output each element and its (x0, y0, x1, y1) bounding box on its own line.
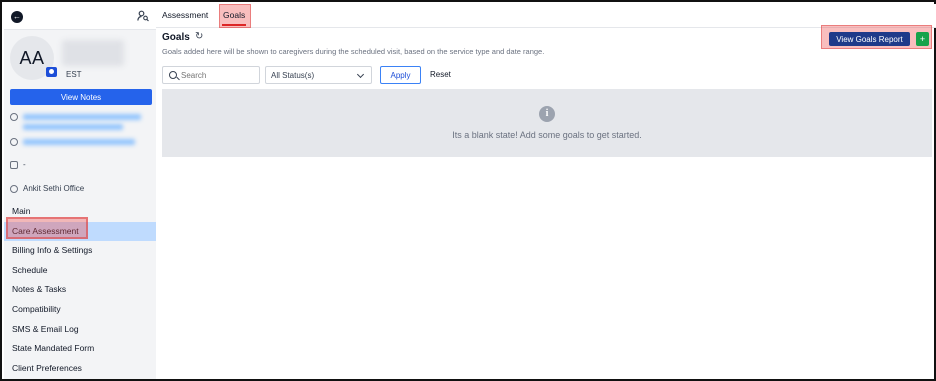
sidebar-item-client-preferences[interactable]: Client Preferences (4, 359, 156, 379)
apply-button[interactable]: Apply (380, 66, 421, 84)
page-title: Goals (162, 32, 190, 43)
sidebar-item-notes-tasks[interactable]: Notes & Tasks (4, 280, 156, 300)
info-icon: i (539, 106, 555, 122)
sidebar-item-sms-email-log[interactable]: SMS & Email Log (4, 320, 156, 340)
sidebar-item-compatibility[interactable]: Compatibility (4, 300, 156, 320)
sidebar-item-state-mandated-form[interactable]: State Mandated Form (4, 339, 156, 359)
address-row-2 (10, 124, 123, 130)
timezone-label: EST (66, 70, 82, 79)
add-goal-button[interactable]: + (916, 32, 929, 46)
email-row (10, 138, 135, 146)
office-row: Ankit Sethi Office (10, 184, 84, 193)
email-icon (10, 138, 18, 146)
location-icon (10, 113, 18, 121)
office-name: Ankit Sethi Office (23, 184, 85, 193)
goals-description: Goals added here will be shown to caregi… (162, 47, 545, 56)
address-line-redacted (23, 124, 123, 130)
empty-state-message: Its a blank state! Add some goals to get… (452, 130, 642, 140)
office-icon (10, 184, 18, 193)
tab-goals[interactable]: Goals (223, 10, 245, 20)
status-dropdown[interactable]: All Status(s) (265, 66, 372, 84)
care-assessment-highlight (6, 217, 88, 239)
arrow-left-icon[interactable]: ← (11, 11, 23, 23)
view-notes-button[interactable]: View Notes (10, 89, 152, 105)
active-tab-indicator (222, 24, 246, 26)
tab-assessment[interactable]: Assessment (162, 10, 208, 20)
tab-bar: Assessment Goals (156, 4, 936, 28)
email-redacted[interactable] (23, 139, 135, 145)
empty-state-panel: i Its a blank state! Add some goals to g… (162, 89, 932, 157)
status-selected-value: All Status(s) (271, 71, 315, 80)
user-search-icon[interactable] (137, 10, 149, 22)
search-icon (169, 71, 177, 79)
phone-value: - (23, 160, 26, 169)
sidebar-top-bar: ← (4, 4, 156, 30)
search-input[interactable] (181, 69, 257, 82)
chevron-down-icon (356, 70, 365, 79)
sidebar-item-schedule[interactable]: Schedule (4, 261, 156, 281)
camera-icon[interactable] (46, 67, 57, 77)
client-sidebar: ← AA EST View Notes - Ankit Sethi Office… (4, 4, 156, 379)
view-goals-report-button[interactable]: View Goals Report (829, 32, 910, 46)
address-row (10, 113, 141, 121)
reset-link[interactable]: Reset (430, 70, 451, 79)
client-name-redacted (62, 40, 124, 66)
phone-icon (10, 160, 18, 169)
refresh-icon[interactable]: ↻ (195, 32, 205, 42)
search-field[interactable] (162, 66, 260, 84)
address-redacted (23, 114, 141, 120)
app-frame: ← AA EST View Notes - Ankit Sethi Office… (0, 0, 936, 381)
sidebar-item-billing[interactable]: Billing Info & Settings (4, 241, 156, 261)
phone-row: - (10, 160, 26, 169)
